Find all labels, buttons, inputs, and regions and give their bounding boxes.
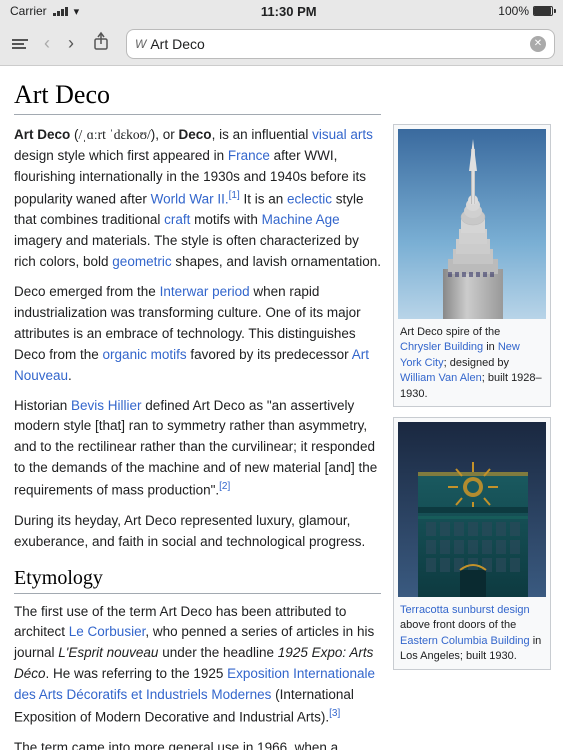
status-right: 100% <box>498 4 553 18</box>
clear-search-button[interactable]: ✕ <box>530 36 546 52</box>
share-button[interactable] <box>86 27 116 60</box>
le-corbusier-link[interactable]: Le Corbusier <box>69 624 146 639</box>
nav-bar: ‹ › W ✕ <box>0 22 563 66</box>
main-text: Art Deco Art Deco (/ˌɑːrt ˈdɛkoʊ/), or D… <box>14 80 381 736</box>
battery-icon <box>533 6 553 16</box>
geometric-link[interactable]: geometric <box>112 254 171 269</box>
signal-icon <box>53 6 68 16</box>
chrysler-caption: Art Deco spire of the Chrysler Building … <box>398 323 546 402</box>
page-title: Art Deco <box>14 80 381 115</box>
eastern-columbia-image <box>398 422 546 597</box>
chrysler-building-link[interactable]: Chrysler Building <box>400 341 483 353</box>
search-bar[interactable]: W ✕ <box>126 29 555 59</box>
craft-link[interactable]: craft <box>164 212 190 227</box>
back-button[interactable]: ‹ <box>38 29 56 58</box>
figure-eastern-columbia: Terracotta sunburst design above front d… <box>393 417 551 670</box>
france-link[interactable]: France <box>228 148 270 163</box>
intro-paragraph-2: Deco emerged from the Interwar period wh… <box>14 282 381 387</box>
ref-1: [1] <box>229 190 240 201</box>
ref-3: [3] <box>329 708 340 719</box>
machine-age-link[interactable]: Machine Age <box>262 212 340 227</box>
exposition-link[interactable]: Exposition Internationale des Arts Décor… <box>14 666 375 702</box>
chrysler-svg <box>398 129 546 319</box>
interwar-link[interactable]: Interwar period <box>160 284 250 299</box>
intro-paragraph-3: Historian Bevis Hillier defined Art Deco… <box>14 396 381 502</box>
bold-art-deco: Art Deco <box>14 127 70 142</box>
menu-line <box>12 47 26 49</box>
eclectic-link[interactable]: eclectic <box>287 191 332 206</box>
etymology-paragraph-2: The term came into more general use in 1… <box>14 738 381 750</box>
content-area: Art Deco Art Deco (/ˌɑːrt ˈdɛkoʊ/), or D… <box>0 66 563 750</box>
status-bar: Carrier ▾ 11:30 PM 100% <box>0 0 563 22</box>
bold-deco: Deco <box>179 127 212 142</box>
bevis-hillier-link[interactable]: Bevis Hillier <box>71 398 142 413</box>
terracotta-link[interactable]: Terracotta sunburst design <box>400 604 530 616</box>
visual-arts-link[interactable]: visual arts <box>312 127 373 142</box>
eastern-columbia-caption: Terracotta sunburst design above front d… <box>398 601 546 665</box>
forward-icon: › <box>68 33 74 54</box>
sidebar-button[interactable] <box>8 35 32 53</box>
ipa-text: (/ˌɑːrt ˈdɛkoʊ/), or <box>70 127 178 142</box>
time-label: 11:30 PM <box>261 4 317 19</box>
intro-paragraph-4: During its heyday, Art Deco represented … <box>14 511 381 553</box>
ref-2: [2] <box>219 481 230 492</box>
wiki-icon-label: W <box>135 37 146 51</box>
wwii-link[interactable]: World War II. <box>151 191 229 206</box>
menu-line <box>12 43 24 45</box>
eastern-columbia-link[interactable]: Eastern Columbia Building <box>400 635 530 647</box>
right-column: Art Deco spire of the Chrysler Building … <box>393 80 551 736</box>
carrier-label: Carrier <box>10 4 47 18</box>
etymology-heading: Etymology <box>14 567 381 594</box>
chrysler-image <box>398 129 546 319</box>
sunburst <box>448 462 498 512</box>
forward-button[interactable]: › <box>62 29 80 58</box>
back-icon: ‹ <box>44 33 50 54</box>
battery-percent: 100% <box>498 4 529 18</box>
eastern-columbia-svg <box>398 422 546 597</box>
intro-paragraph-1: Art Deco (/ˌɑːrt ˈdɛkoʊ/), or Deco, is a… <box>14 125 381 273</box>
figure-chrysler: Art Deco spire of the Chrysler Building … <box>393 124 551 407</box>
art-nouveau-link[interactable]: Art Nouveau <box>14 347 369 383</box>
share-icon <box>92 31 110 51</box>
wifi-icon: ▾ <box>74 5 80 18</box>
status-left: Carrier ▾ <box>10 4 79 18</box>
etymology-paragraph-1: The first use of the term Art Deco has b… <box>14 602 381 729</box>
william-van-alen-link[interactable]: William Van Alen <box>400 372 482 384</box>
organic-motifs-link[interactable]: organic motifs <box>103 347 187 362</box>
menu-line <box>12 39 28 41</box>
search-input[interactable] <box>150 36 530 52</box>
